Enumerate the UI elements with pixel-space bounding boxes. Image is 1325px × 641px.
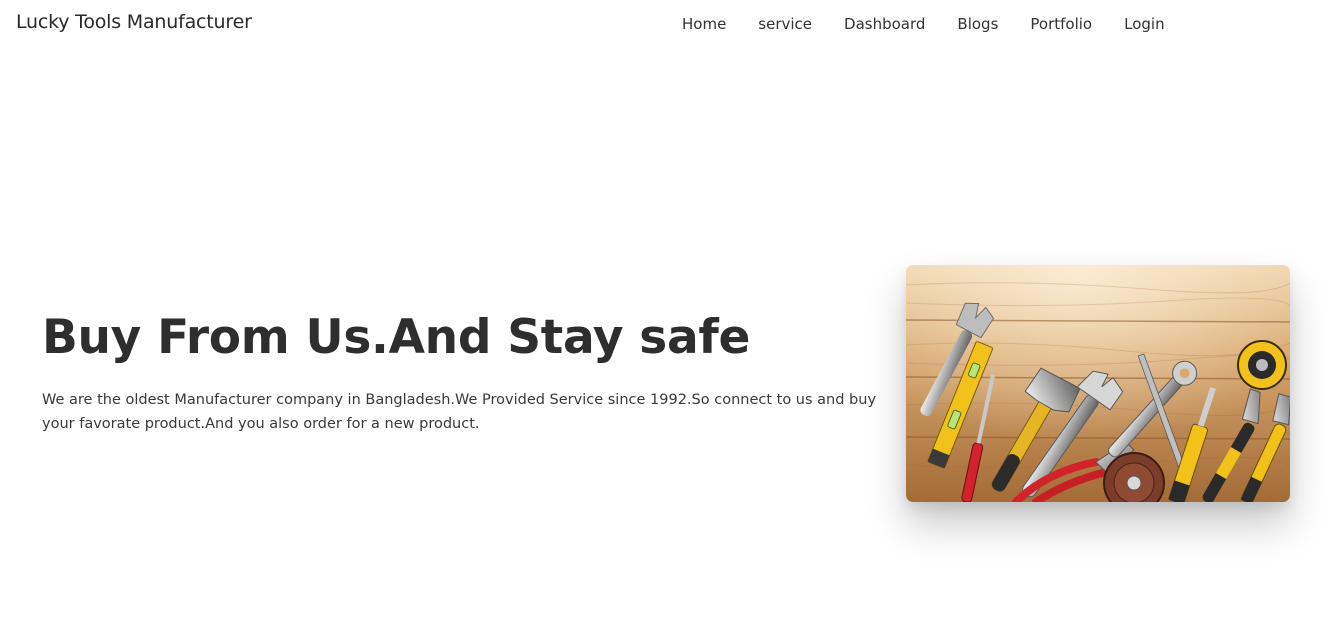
- hero-title: Buy From Us.And Stay safe: [42, 310, 751, 365]
- nav-link-dashboard[interactable]: Dashboard: [828, 0, 941, 48]
- brand-logo-link[interactable]: Lucky Tools Manufacturer: [16, 11, 252, 33]
- nav-item-login: Login: [1108, 0, 1180, 48]
- nav-item-portfolio: Portfolio: [1014, 0, 1108, 48]
- hero-section: Buy From Us.And Stay safe We are the old…: [42, 308, 892, 436]
- nav-item-blogs: Blogs: [941, 0, 1014, 48]
- nav-link-blogs[interactable]: Blogs: [941, 0, 1014, 48]
- nav-item-service: service: [742, 0, 828, 48]
- nav-link-login[interactable]: Login: [1108, 0, 1180, 48]
- hero-image-card: [906, 265, 1290, 502]
- nav-item-home: Home: [666, 0, 742, 48]
- tools-photo-image: [906, 265, 1290, 502]
- navbar: Lucky Tools Manufacturer Home service Da…: [0, 0, 1325, 48]
- nav-link-portfolio[interactable]: Portfolio: [1014, 0, 1108, 48]
- nav-menu: Home service Dashboard Blogs Portfolio L…: [666, 0, 1181, 48]
- nav-item-dashboard: Dashboard: [828, 0, 941, 48]
- page: Lucky Tools Manufacturer Home service Da…: [0, 0, 1325, 641]
- nav-link-home[interactable]: Home: [666, 0, 742, 48]
- hero-description: We are the oldest Manufacturer company i…: [42, 392, 877, 432]
- nav-link-service[interactable]: service: [742, 0, 828, 48]
